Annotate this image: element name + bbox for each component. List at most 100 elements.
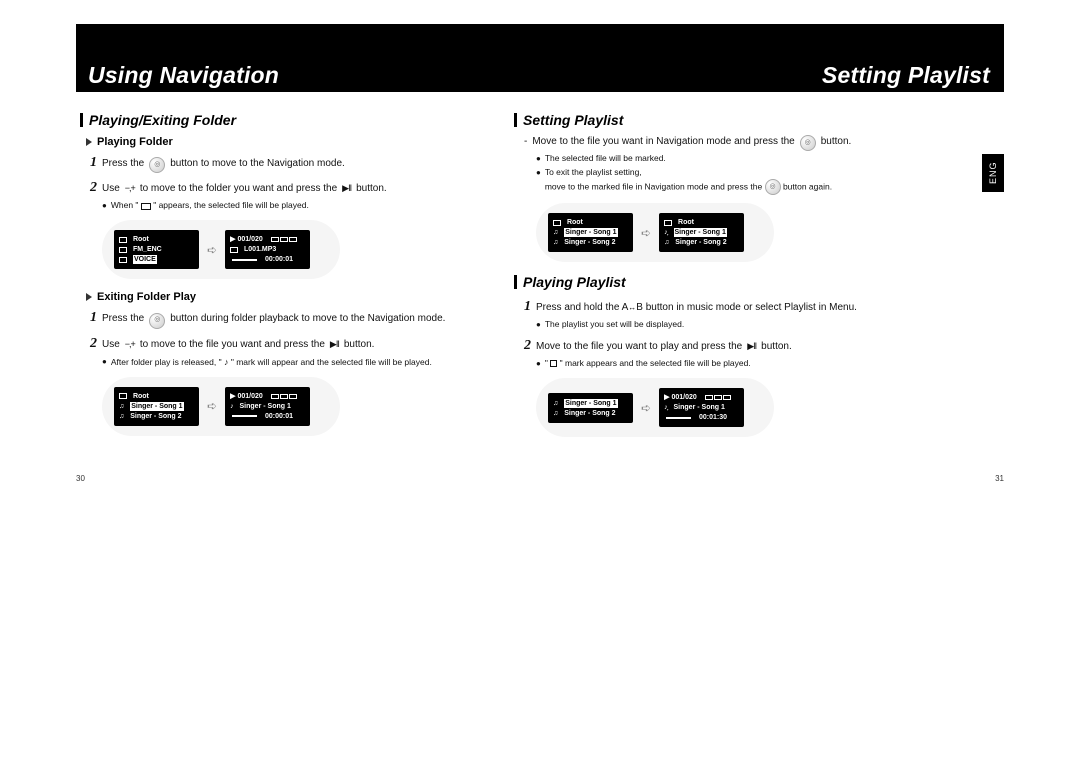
section-playing-exiting-folder: Playing/Exiting Folder (80, 112, 500, 128)
note-text: After folder play is released, " (111, 357, 222, 367)
battery-icon (271, 237, 297, 242)
music-file-icon: ♫ (119, 412, 124, 421)
lcd-root: Root (678, 218, 694, 227)
illustration: Root ♫ Singer - Song 1 ♫ Singer - Song 2… (102, 377, 500, 436)
volume-keys-icon: −,+ (125, 338, 135, 352)
language-tab: ENG (982, 154, 1004, 192)
step-text: Use (102, 181, 120, 196)
music-file-icon: ♫ (119, 402, 124, 411)
step-text: button during folder playback to move to… (170, 311, 445, 326)
lcd-info: 001/020 (237, 235, 262, 244)
bullet-icon: ● (102, 200, 107, 212)
page-title-left: Using Navigation (88, 62, 279, 89)
bullet-icon: ● (536, 319, 541, 331)
folder-icon (119, 247, 127, 253)
subhead-exiting-folder: Exiting Folder Play (86, 291, 500, 303)
note: ● The selected file will be marked. (536, 153, 934, 165)
lcd-left: ♫ Singer - Song 1 ♫ Singer - Song 2 (548, 393, 633, 423)
bullet-icon: ● (102, 356, 107, 369)
lcd-line: Singer - Song 2 (675, 238, 726, 247)
lcd-root: Root (133, 235, 149, 244)
battery-icon (705, 395, 731, 400)
note-text: The selected file will be marked. (545, 153, 666, 165)
lcd-time: 00:01:30 (699, 413, 727, 422)
step-text: to move to the file you want and press t… (140, 337, 325, 352)
lcd-line-selected: Singer - Song 1 (130, 402, 183, 411)
lcd-right: Root ♪̟ Singer - Song 1 ♫ Singer - Song … (659, 213, 744, 252)
step-1: 1 Press the ◎ button during folder playb… (90, 307, 500, 328)
lcd-right: ▶001/020 ♪̟ Singer - Song 1 00:01:30 (659, 388, 744, 427)
folder-icon (553, 220, 561, 226)
step-number: 2 (90, 333, 97, 354)
page-title-right: Setting Playlist (822, 62, 990, 89)
note: ● When " " appears, the selected file wi… (102, 200, 500, 212)
note-text: When " (111, 200, 139, 210)
note: ● " " mark appears and the selected file… (536, 358, 934, 370)
step-text: Press the (102, 156, 144, 171)
lcd-line: Singer - Song 2 (564, 238, 615, 247)
nav-center-button-icon: ◎ (765, 179, 781, 195)
lcd-root: Root (567, 218, 583, 227)
lcd-group: Root FM_ENC VOICE ➪ ▶001/020 L001.MP3 00… (102, 220, 340, 279)
music-file-icon: ♪ (230, 402, 234, 411)
step-number: 1 (90, 152, 97, 173)
section-title-label: Playing/Exiting Folder (89, 112, 236, 128)
note: ● After folder play is released, " ♪ " m… (102, 356, 500, 369)
lcd-line: Singer - Song 1 (674, 403, 725, 412)
folder-icon (141, 203, 151, 210)
step-1: 1 Press and hold the A↔B button in music… (524, 296, 934, 317)
lcd-line: FM_ENC (133, 245, 162, 254)
section-playing-playlist: Playing Playlist (514, 274, 934, 290)
note-text: " appears, the selected file will be pla… (153, 200, 309, 210)
lcd-line: Singer - Song 2 (564, 409, 615, 418)
step-text: button. (344, 337, 375, 352)
bullet-icon: ● (536, 167, 541, 195)
step-text: button. (356, 181, 387, 196)
step-text: button. (761, 339, 792, 354)
folder-icon (119, 237, 127, 243)
progress-bar-icon (232, 415, 257, 417)
lcd-info: 001/020 (671, 393, 696, 402)
lcd-line: Singer - Song 2 (130, 412, 181, 421)
battery-icon (271, 394, 297, 399)
bullet-icon: ● (536, 153, 541, 165)
step-text: Move to the file you want in Navigation … (532, 134, 794, 149)
play-pause-icon: ▶II (342, 182, 351, 196)
left-column: Playing/Exiting Folder Playing Folder 1 … (80, 112, 500, 448)
folder-icon (119, 393, 127, 399)
note-text: The playlist you set will be displayed. (545, 319, 684, 331)
triangle-icon (86, 138, 92, 146)
nav-center-button-icon: ◎ (149, 157, 165, 173)
step-text: button to move to the Navigation mode. (170, 156, 345, 171)
step-2: 2 Use −,+ to move to the file you want a… (90, 333, 500, 354)
music-file-icon: ♫ (664, 238, 669, 247)
illustration: Root ♫ Singer - Song 1 ♫ Singer - Song 2… (536, 203, 934, 262)
lcd-root: Root (133, 392, 149, 401)
note: ● The playlist you set will be displayed… (536, 319, 934, 331)
section-title-label: Setting Playlist (523, 112, 623, 128)
step-2: 2 Move to the file you want to play and … (524, 335, 934, 356)
nav-center-button-icon: ◎ (800, 135, 816, 151)
note-text: " mark will appear and the selected file… (231, 357, 432, 367)
music-file-icon: ♫ (553, 409, 558, 418)
lcd-group: Root ♫ Singer - Song 1 ♫ Singer - Song 2… (536, 203, 774, 262)
step-text: to move to the folder you want and press… (140, 181, 337, 196)
arrow-icon: ➪ (641, 226, 651, 240)
step-text: Press and hold the A (536, 302, 628, 313)
illustration: ♫ Singer - Song 1 ♫ Singer - Song 2 ➪ ▶0… (536, 378, 934, 437)
lcd-right: ▶001/020 L001.MP3 00:00:01 (225, 230, 310, 269)
lcd-group: Root ♫ Singer - Song 1 ♫ Singer - Song 2… (102, 377, 340, 436)
page-number-left: 30 (76, 474, 85, 483)
nav-center-button-icon: ◎ (149, 313, 165, 329)
note-text: To exit the playlist setting, (545, 167, 642, 177)
step-number: 1 (524, 296, 531, 317)
lcd-right: ▶001/020 ♪ Singer - Song 1 00:00:01 (225, 387, 310, 426)
note-text: button again. (783, 181, 832, 191)
playlist-mark-icon: ♪̟ (664, 403, 668, 412)
note-text: " mark appears and the selected file wil… (560, 358, 751, 368)
folder-icon (119, 257, 127, 263)
lcd-line-selected: Singer - Song 1 (564, 399, 617, 408)
illustration: Root FM_ENC VOICE ➪ ▶001/020 L001.MP3 00… (102, 220, 500, 279)
music-file-icon: ♫ (553, 399, 558, 408)
note-text: move to the marked file in Navigation mo… (545, 181, 762, 191)
